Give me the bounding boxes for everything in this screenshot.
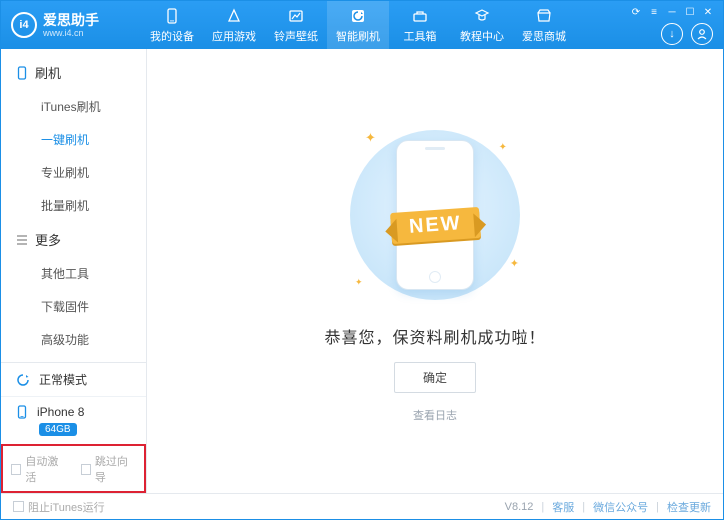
- status-bar: 阻止iTunes运行 V8.12 | 客服 | 微信公众号 | 检查更新: [1, 493, 723, 519]
- checkbox-icon: [81, 464, 91, 475]
- tutorial-icon: [473, 7, 491, 25]
- check-update-link[interactable]: 检查更新: [667, 499, 711, 515]
- phone-icon: [15, 66, 29, 80]
- nav-smart-flash[interactable]: 智能刷机: [327, 1, 389, 49]
- app-body: 刷机 iTunes刷机 一键刷机 专业刷机 批量刷机 更多 其他工具 下载固件 …: [1, 49, 723, 493]
- brand-title: 爱思助手: [43, 13, 99, 27]
- new-ribbon: NEW: [335, 206, 535, 246]
- wechat-link[interactable]: 微信公众号: [593, 499, 648, 515]
- confirm-button[interactable]: 确定: [394, 362, 476, 393]
- device-mode[interactable]: 正常模式: [1, 363, 146, 397]
- top-nav: 我的设备 应用游戏 铃声壁纸 智能刷机 工具箱 教程中心: [141, 1, 575, 49]
- sparkle-icon: ✦: [365, 130, 376, 146]
- device-info[interactable]: iPhone 8 64GB: [1, 397, 146, 444]
- flash-icon: [349, 7, 367, 25]
- nav-store[interactable]: 爱思商城: [513, 1, 575, 49]
- brand-subtitle: www.i4.cn: [43, 29, 99, 38]
- footer-left: 阻止iTunes运行: [13, 499, 105, 515]
- nav-my-device[interactable]: 我的设备: [141, 1, 203, 49]
- refresh-icon: [15, 372, 31, 388]
- checkbox-skip-guide[interactable]: 跳过向导: [81, 453, 137, 485]
- checkbox-block-itunes[interactable]: 阻止iTunes运行: [13, 499, 105, 515]
- list-icon: [15, 233, 29, 247]
- apps-icon: [225, 7, 243, 25]
- nav-apps-games[interactable]: 应用游戏: [203, 1, 265, 49]
- sparkle-icon: ✦: [499, 142, 507, 153]
- sidebar-item-download-fw[interactable]: 下载固件: [1, 290, 146, 323]
- sidebar-item-itunes-flash[interactable]: iTunes刷机: [1, 90, 146, 123]
- support-link[interactable]: 客服: [552, 499, 574, 515]
- close-icon[interactable]: ✕: [701, 5, 715, 19]
- download-icon[interactable]: ↓: [661, 23, 683, 45]
- nav-tutorials[interactable]: 教程中心: [451, 1, 513, 49]
- device-icon: [15, 405, 29, 419]
- success-illustration: ✦ ✦ ✦ ✦ NEW: [325, 120, 545, 310]
- sidebar-item-pro-flash[interactable]: 专业刷机: [1, 156, 146, 189]
- device-icon: [163, 7, 181, 25]
- sparkle-icon: ✦: [355, 277, 363, 288]
- nav-ringtones[interactable]: 铃声壁纸: [265, 1, 327, 49]
- sync-icon[interactable]: ⟳: [629, 5, 643, 19]
- device-name: iPhone 8: [37, 405, 84, 419]
- app-window: i4 爱思助手 www.i4.cn 我的设备 应用游戏 铃声壁纸 智能刷机: [0, 0, 724, 520]
- toolbox-icon: [411, 7, 429, 25]
- sidebar-group-flash[interactable]: 刷机: [1, 55, 146, 90]
- view-log-link[interactable]: 查看日志: [413, 407, 457, 423]
- success-message: 恭喜您，保资料刷机成功啦！: [324, 324, 545, 348]
- checkbox-auto-activate[interactable]: 自动激活: [11, 453, 67, 485]
- maximize-icon[interactable]: ☐: [683, 5, 697, 19]
- minimize-icon[interactable]: ─: [665, 5, 679, 19]
- nav-toolbox[interactable]: 工具箱: [389, 1, 451, 49]
- brand: i4 爱思助手 www.i4.cn: [1, 12, 141, 38]
- brand-logo-icon: i4: [11, 12, 37, 38]
- sparkle-icon: ✦: [510, 257, 519, 270]
- sidebar-group-more[interactable]: 更多: [1, 222, 146, 257]
- storage-badge: 64GB: [39, 423, 77, 436]
- sidebar: 刷机 iTunes刷机 一键刷机 专业刷机 批量刷机 更多 其他工具 下载固件 …: [1, 49, 147, 493]
- sidebar-item-oneclick-flash[interactable]: 一键刷机: [1, 123, 146, 156]
- window-controls: ⟳ ≡ ─ ☐ ✕: [629, 5, 715, 19]
- sidebar-item-other-tools[interactable]: 其他工具: [1, 257, 146, 290]
- app-header: i4 爱思助手 www.i4.cn 我的设备 应用游戏 铃声壁纸 智能刷机: [1, 1, 723, 49]
- footer-right: V8.12 | 客服 | 微信公众号 | 检查更新: [505, 499, 711, 515]
- checkbox-icon: [11, 464, 21, 475]
- wallpaper-icon: [287, 7, 305, 25]
- sidebar-bottom: 正常模式 iPhone 8 64GB 自动激活 跳过向导: [1, 362, 146, 493]
- sidebar-item-batch-flash[interactable]: 批量刷机: [1, 189, 146, 222]
- user-icon[interactable]: [691, 23, 713, 45]
- menu-icon[interactable]: ≡: [647, 5, 661, 19]
- flash-options-highlight: 自动激活 跳过向导: [1, 444, 146, 493]
- store-icon: [535, 7, 553, 25]
- sidebar-item-advanced[interactable]: 高级功能: [1, 323, 146, 356]
- checkbox-icon: [13, 501, 24, 512]
- header-actions: ↓: [661, 23, 713, 45]
- main-content: ✦ ✦ ✦ ✦ NEW 恭喜您，保资料刷机成功啦！ 确定 查看日志: [147, 49, 723, 493]
- version-label: V8.12: [505, 501, 534, 513]
